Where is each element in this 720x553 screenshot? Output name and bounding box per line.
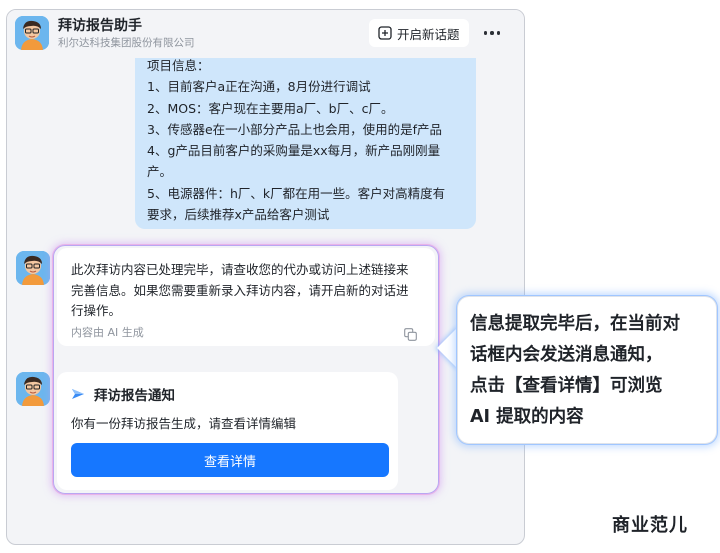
project-info-line: 项目信息： bbox=[147, 58, 210, 73]
more-options-icon[interactable] bbox=[479, 21, 505, 45]
screenshot-stage: 拜访报告助手 利尔达科技集团股份有限公司 开启新话题 项目信息： 1、目前客户a… bbox=[0, 0, 720, 553]
new-chat-icon bbox=[378, 26, 392, 40]
assistant-avatar bbox=[15, 16, 49, 50]
project-info-line: 要求，后续推荐x产品给客户测试 bbox=[147, 207, 330, 223]
send-icon bbox=[72, 389, 84, 399]
new-topic-label: 开启新话题 bbox=[397, 26, 460, 42]
assistant-name: 拜访报告助手 bbox=[58, 18, 142, 34]
copy-icon[interactable] bbox=[404, 327, 417, 341]
callout-line: 信息提取完毕后，在当前对 bbox=[470, 314, 680, 334]
ai-message-card: 此次拜访内容已处理完毕，请查收您的代办或访问上述链接来 完善信息。如果您需要重新… bbox=[57, 248, 435, 346]
project-info-line: 4、g产品目前客户的采购量是xx每月，新产品刚刚量 bbox=[147, 143, 441, 159]
project-info-line: 产。 bbox=[147, 164, 173, 180]
annotation-callout: 信息提取完毕后，在当前对 话框内会发送消息通知， 点击【查看详情】可浏览 AI … bbox=[457, 296, 717, 444]
project-info-line: 1、目前客户a正在沟通，8月份进行调试 bbox=[147, 79, 371, 95]
watermark: 商业范儿 bbox=[612, 515, 688, 536]
company-name: 利尔达科技集团股份有限公司 bbox=[58, 37, 195, 49]
view-details-button[interactable]: 查看详情 bbox=[71, 443, 389, 477]
assistant-avatar bbox=[16, 372, 50, 406]
new-topic-button[interactable]: 开启新话题 bbox=[369, 19, 469, 47]
user-message-bubble: 项目信息： 1、目前客户a正在沟通，8月份进行调试 2、MOS：客户现在主要用a… bbox=[135, 48, 476, 229]
chat-header: 拜访报告助手 利尔达科技集团股份有限公司 开启新话题 bbox=[7, 10, 524, 58]
project-info-line: 2、MOS：客户现在主要用a厂、b厂、c厂。 bbox=[147, 100, 394, 116]
ai-message-line: 此次拜访内容已处理完毕，请查收您的代办或访问上述链接来 bbox=[71, 262, 409, 277]
ai-generated-label: 内容由 AI 生成 bbox=[71, 325, 144, 339]
chat-panel: 拜访报告助手 利尔达科技集团股份有限公司 开启新话题 项目信息： 1、目前客户a… bbox=[6, 9, 525, 545]
ai-message-line: 完善信息。如果您需要重新录入拜访内容，请开启新的对话进 bbox=[71, 282, 409, 298]
callout-line: AI 提取的内容 bbox=[470, 407, 584, 427]
notice-title: 拜访报告通知 bbox=[94, 388, 175, 404]
ai-message-line: 行操作。 bbox=[71, 303, 122, 318]
notice-body: 你有一份拜访报告生成，请查看详情编辑 bbox=[71, 416, 297, 431]
callout-line: 点击【查看详情】可浏览 bbox=[470, 376, 663, 396]
assistant-avatar bbox=[16, 251, 50, 285]
project-info-line: 3、传感器e在一小部分产品上也会用，使用的是f产品 bbox=[147, 121, 443, 137]
project-info-line: 5、电源器件：h厂、k厂都在用一些。客户对高精度有 bbox=[147, 185, 446, 201]
report-notice-card: 拜访报告通知 你有一份拜访报告生成，请查看详情编辑 查看详情 bbox=[57, 372, 398, 490]
callout-pointer bbox=[437, 326, 459, 370]
callout-line: 话框内会发送消息通知， bbox=[470, 345, 663, 365]
